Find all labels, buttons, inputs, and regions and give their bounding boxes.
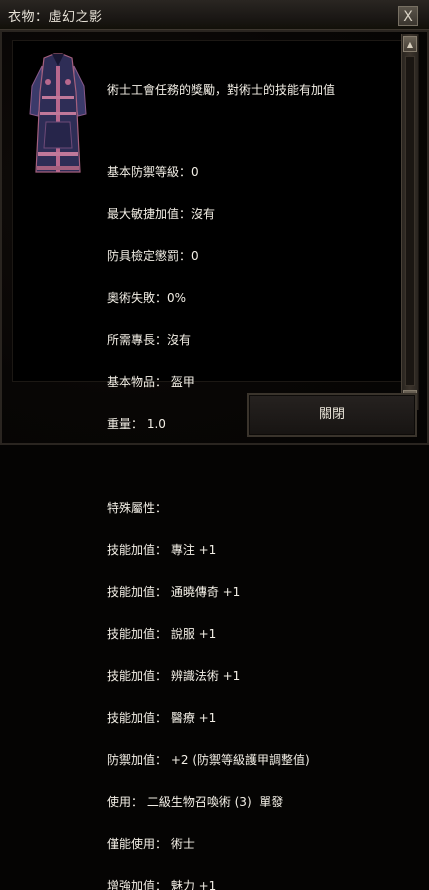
property-item: 防禦加值： +2 (防禦等級護甲調整值) (107, 753, 310, 767)
stat-arcane-failure: 奧術失敗：0% (107, 291, 187, 305)
stat-armor-class: 基本防禦等級：0 (107, 165, 199, 179)
close-window-button[interactable]: X (398, 6, 418, 26)
scroll-track[interactable] (405, 56, 415, 386)
property-item: 技能加值： 說服 +1 (107, 627, 217, 641)
window-title: 衣物：虛幻之影 (8, 10, 103, 25)
property-item: 僅能使用： 術士 (107, 837, 195, 851)
scroll-up-button[interactable]: ▲ (403, 36, 417, 52)
vertical-scrollbar[interactable]: ▲ ▼ (401, 34, 419, 410)
robe-icon (29, 53, 87, 173)
property-item: 增強加值： 魅力 +1 (107, 879, 217, 890)
property-item: 技能加值： 專注 +1 (107, 543, 217, 557)
property-item: 技能加值： 通曉傳奇 +1 (107, 585, 241, 599)
property-item: 技能加值： 辨識法術 +1 (107, 669, 241, 683)
item-description-text: 術士工會任務的獎勵，對術士的技能有加值 基本防禦等級：0 最大敏捷加值：沒有 防… (107, 55, 387, 890)
stat-required-feat: 所需專長：沒有 (107, 333, 192, 347)
title-bar: 衣物：虛幻之影 X (0, 0, 429, 30)
close-button[interactable]: 關閉 (247, 393, 417, 437)
stat-base-item: 基本物品： 盔甲 (107, 375, 195, 389)
item-description: 術士工會任務的獎勵，對術士的技能有加值 (107, 83, 336, 97)
stat-check-penalty: 防具檢定懲罰：0 (107, 249, 199, 263)
property-item: 使用： 二級生物召喚術 (3) 單發 (107, 795, 284, 809)
properties-header: 特殊屬性： (107, 501, 168, 515)
property-item: 技能加值： 醫療 +1 (107, 711, 217, 725)
stat-max-dex: 最大敏捷加值：沒有 (107, 207, 216, 221)
